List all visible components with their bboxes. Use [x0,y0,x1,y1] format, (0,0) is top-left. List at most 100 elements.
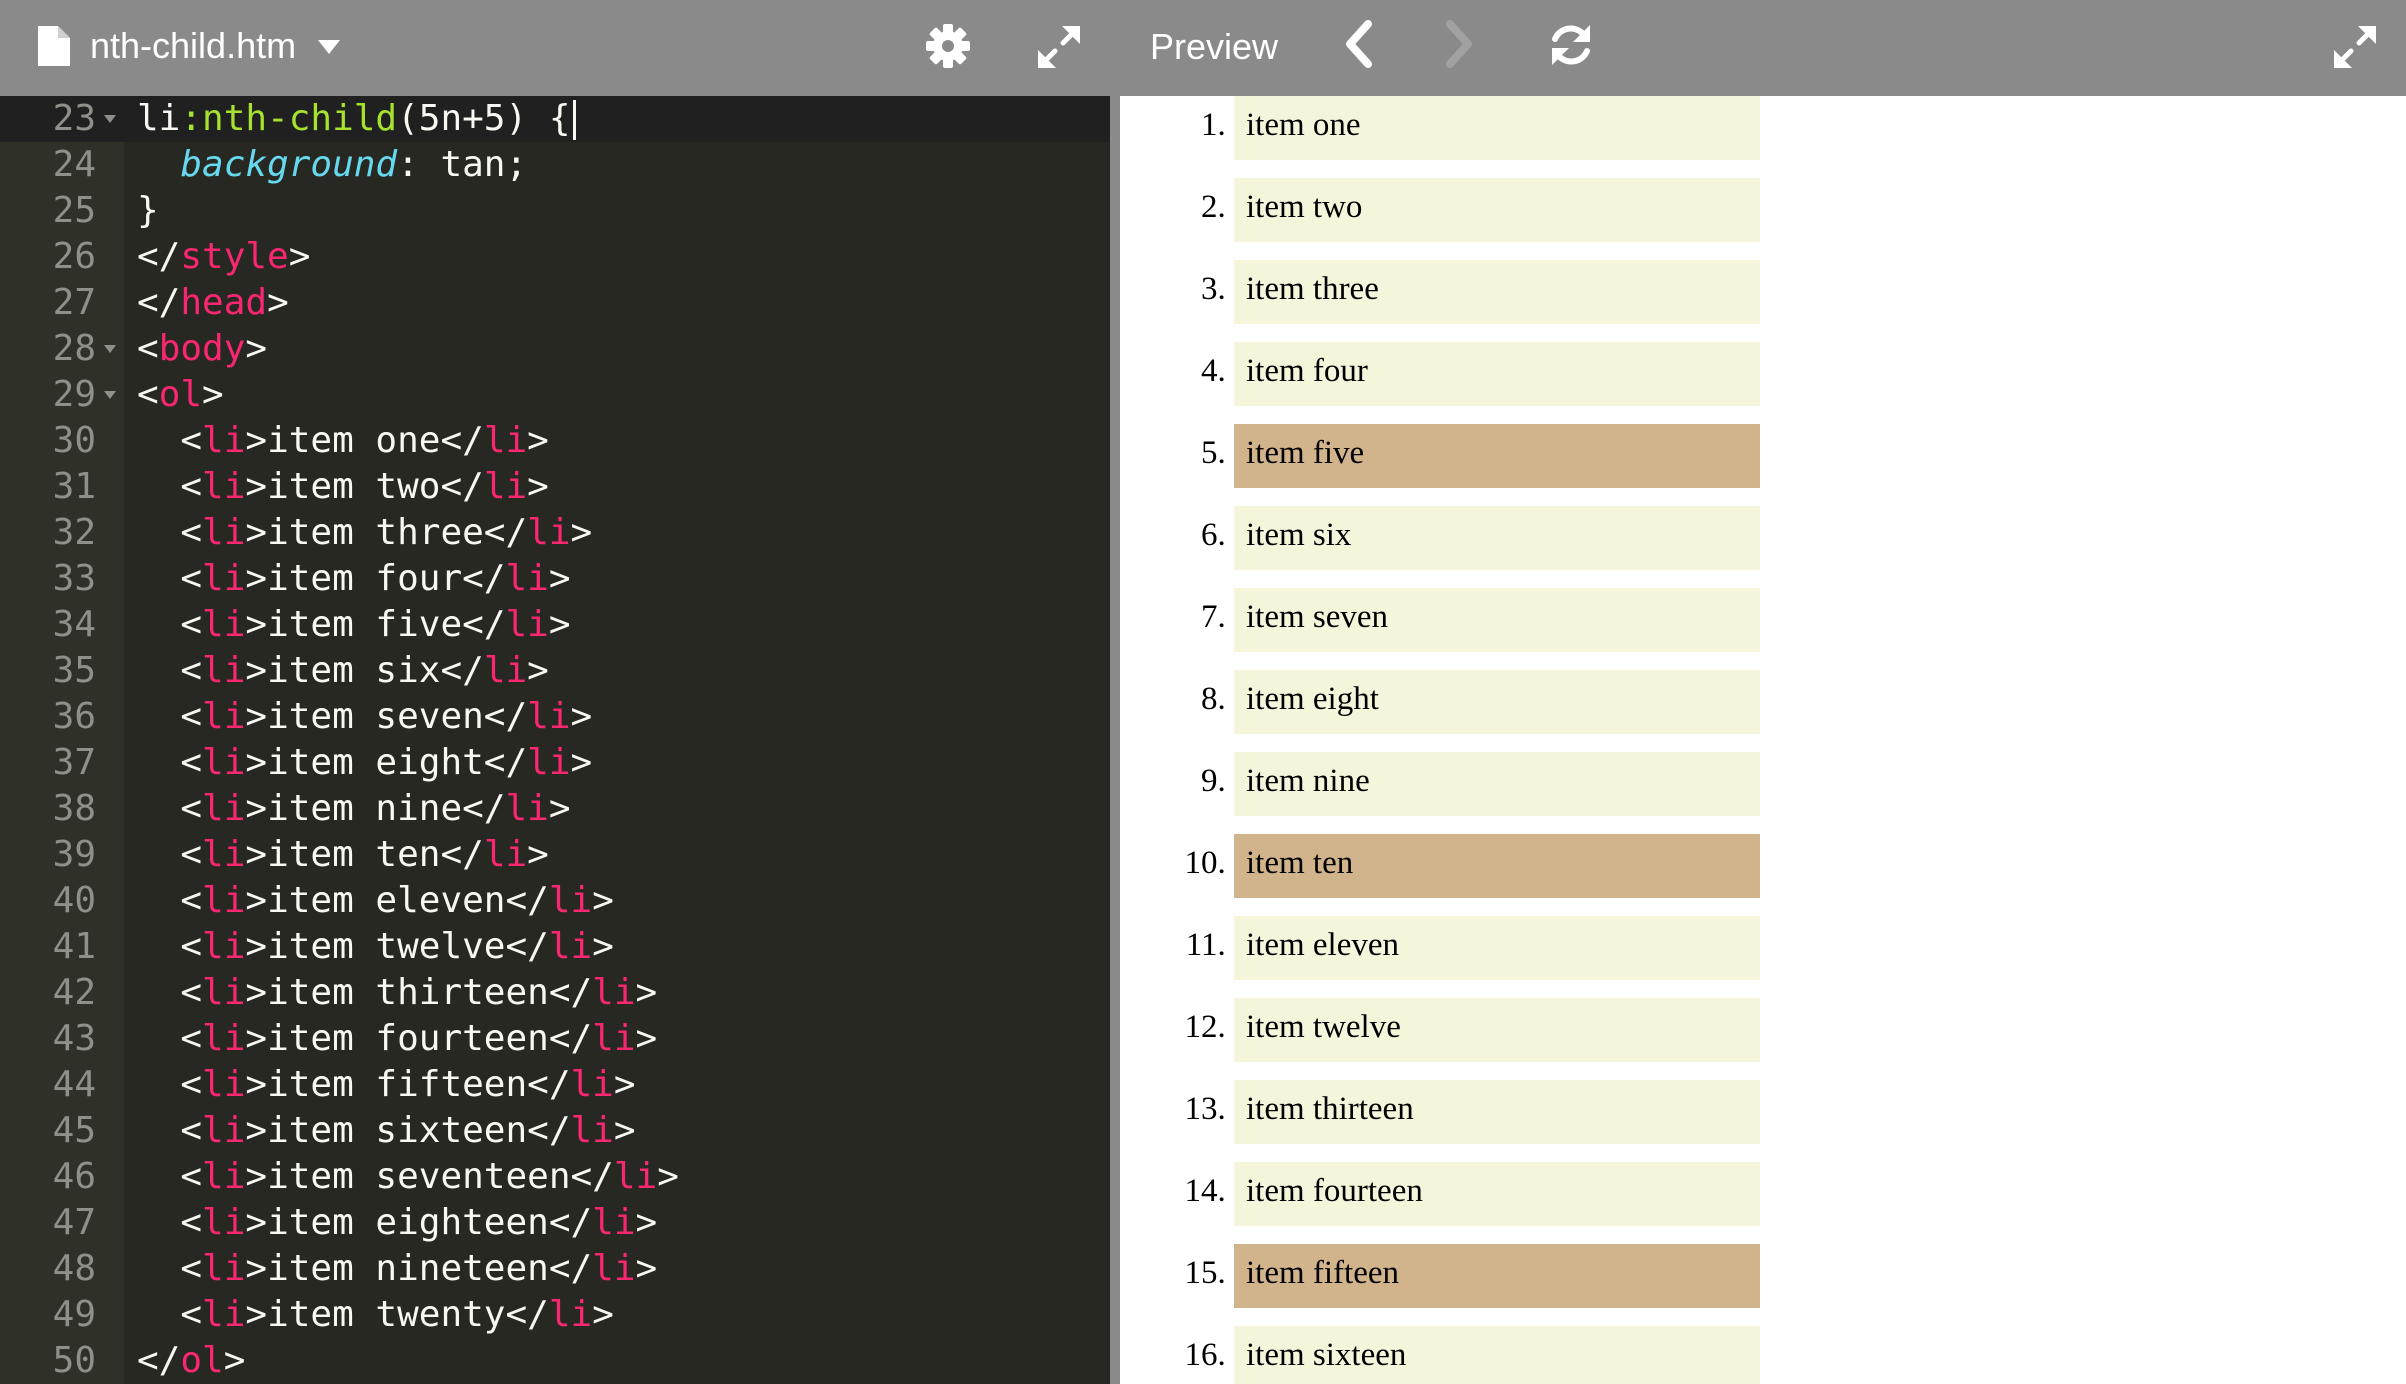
file-icon [38,26,70,66]
code-line[interactable]: 50 </ol> [0,1338,1110,1384]
code-line[interactable]: 47 <li>item eighteen</li> [0,1200,1110,1246]
code-line[interactable]: 41 <li>item twelve</li> [0,924,1110,970]
code-token-pc: > [548,604,571,645]
code-token-pc: > [635,1202,658,1243]
code-token-pc: > [527,466,549,507]
code-token-pc: (5n+5) { [397,98,571,139]
preview-list-item: item thirteen [1234,1080,1760,1144]
expand-icon[interactable] [1036,24,1082,70]
code-line[interactable]: 38 <li>item nine</li> [0,786,1110,832]
line-number: 42 [52,972,96,1013]
code-token-pc: </ [137,282,181,323]
code-token-tag: li [202,696,246,737]
fold-toggle-icon[interactable] [104,115,116,123]
code-token-pc: >item eleven</ [245,880,549,921]
code-token-pc: > [570,742,593,783]
code-token-tag: li [202,1156,246,1197]
code-token-pc: > [223,1340,246,1381]
code-token-tag: li [592,1248,636,1289]
file-name[interactable]: nth-child.htm [90,25,296,67]
code-token-pc: < [137,604,203,645]
code-token-pc: > [592,1294,614,1335]
code-line[interactable]: 43 <li>item fourteen</li> [0,1016,1110,1062]
code-line[interactable]: 29 <ol> [0,372,1110,418]
code-token-pc: < [137,1110,203,1151]
code-line[interactable]: 49 <li>item twenty</li> [0,1292,1110,1338]
code-line[interactable]: 34 <li>item five</li> [0,602,1110,648]
code-line[interactable]: 33 <li>item four</li> [0,556,1110,602]
code-text: </ol> [137,1338,245,1384]
code-token-pc: > [570,696,593,737]
code-line[interactable]: 28 <body> [0,326,1110,372]
code-line[interactable]: 26 </style> [0,234,1110,280]
editor-toolbar: nth-child.htm [0,0,1110,96]
code-token-pc: >item eighteen</ [245,1202,593,1243]
preview-list-item: item two [1234,178,1760,242]
code-text: <li>item twenty</li> [137,1292,614,1338]
line-number: 30 [52,420,96,461]
pane-splitter[interactable] [1110,0,1120,1384]
line-number: 25 [52,190,96,231]
code-line[interactable]: 48 <li>item nineteen</li> [0,1246,1110,1292]
code-line[interactable]: 39 <li>item ten</li> [0,832,1110,878]
line-number: 48 [52,1248,96,1289]
code-line[interactable]: 40 <li>item eleven</li> [0,878,1110,924]
preview-toolbar: Preview [1120,0,2406,96]
code-token-pc: > [592,880,614,921]
code-line[interactable]: 36 <li>item seven</li> [0,694,1110,740]
code-token-pc: > [548,558,571,599]
code-token-tag: li [548,926,593,967]
chevron-down-icon[interactable] [318,40,340,54]
code-line[interactable]: 23 li:nth-child(5n+5) { [0,96,1110,142]
chevron-left-icon[interactable] [1342,20,1376,68]
gear-icon[interactable] [924,22,972,70]
code-token-pc: >item three</ [245,512,528,553]
code-line[interactable]: 45 <li>item sixteen</li> [0,1108,1110,1154]
code-token-tag: li [570,1110,614,1151]
code-line[interactable]: 32 <li>item three</li> [0,510,1110,556]
code-text: <li>item sixteen</li> [137,1108,635,1154]
code-token-tag: li [202,1202,246,1243]
code-line[interactable]: 27 </head> [0,280,1110,326]
code-token-tag: li [202,1064,246,1105]
code-line[interactable]: 35 <li>item six</li> [0,648,1110,694]
code-line[interactable]: 24 background: tan; [0,142,1110,188]
code-token-pc: < [137,742,203,783]
line-number: 23 [52,98,96,139]
fold-toggle-icon[interactable] [104,391,116,399]
line-number: 39 [52,834,96,875]
code-line[interactable]: 25} [0,188,1110,234]
code-token-pc: >item five</ [245,604,506,645]
code-token-tag: li [505,558,549,599]
code-line[interactable]: 46 <li>item seventeen</li> [0,1154,1110,1200]
code-token-pc: < [137,1294,203,1335]
code-token-tag: li [613,1156,658,1197]
line-number: 38 [52,788,96,829]
fold-toggle-icon[interactable] [104,345,116,353]
code-token-tag: li [202,650,246,691]
preview-expand-icon[interactable] [2332,24,2378,70]
line-number: 26 [52,236,96,277]
code-token-tag: head [180,282,268,323]
code-token-tag: li [202,420,246,461]
code-token-tag: li [202,1110,246,1151]
code-token-pc: > [570,512,593,553]
code-line[interactable]: 44 <li>item fifteen</li> [0,1062,1110,1108]
code-token-tag: li [202,742,246,783]
code-line[interactable]: 31 <li>item two</li> [0,464,1110,510]
code-token-pc: > [527,420,549,461]
code-token-tag: li [527,512,571,553]
code-token-pc: > [635,972,658,1013]
code-token-pc: < [137,788,203,829]
refresh-icon[interactable] [1546,20,1596,70]
preview-list-item: item sixteen [1234,1326,1760,1384]
code-line[interactable]: 30 <li>item one</li> [0,418,1110,464]
chevron-right-icon[interactable] [1442,20,1476,68]
code-token-pc: >item four</ [245,558,506,599]
code-line[interactable]: 37 <li>item eight</li> [0,740,1110,786]
line-number: 43 [52,1018,96,1059]
code-token-tag: li [570,1064,614,1105]
code-token-pc: > [592,926,614,967]
code-token-tag: li [483,420,528,461]
code-line[interactable]: 42 <li>item thirteen</li> [0,970,1110,1016]
